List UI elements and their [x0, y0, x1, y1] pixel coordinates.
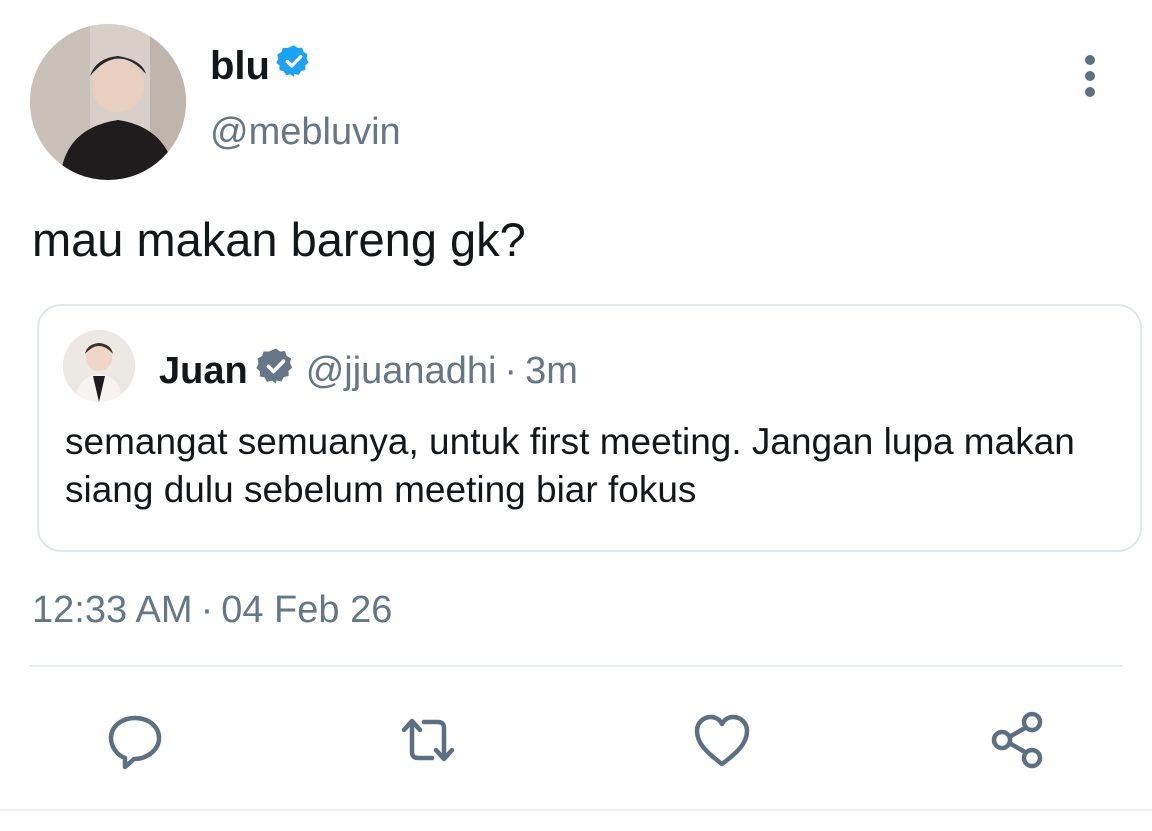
heart-icon — [694, 714, 750, 767]
share-button[interactable] — [988, 710, 1048, 770]
author-name-text[interactable]: blu — [210, 42, 270, 90]
retweet-icon — [401, 718, 455, 762]
quoted-author-username[interactable]: @jjuanadhi — [306, 349, 497, 393]
quoted-separator: · — [504, 350, 518, 392]
author-avatar[interactable] — [30, 24, 186, 180]
quoted-tweet-header: Juan @jjuanadhi · 3m — [159, 346, 578, 396]
like-button[interactable] — [692, 710, 752, 770]
timestamp-time: 12:33 AM — [32, 589, 193, 631]
author-display-name[interactable]: blu — [210, 42, 312, 90]
quoted-tweet-text: semangat semuanya, untuk first meeting. … — [65, 421, 1075, 510]
reply-icon — [108, 715, 162, 770]
share-icon — [991, 711, 1043, 769]
timestamp-date: 04 Feb 26 — [221, 589, 393, 631]
tweet-timestamp[interactable]: 12:33 AM · 04 Feb 26 — [32, 586, 392, 634]
author-avatar-image — [30, 24, 186, 180]
divider — [30, 665, 1122, 667]
verified-badge-icon — [256, 346, 296, 396]
quoted-avatar-image — [63, 330, 135, 402]
quoted-author-name[interactable]: Juan — [159, 349, 248, 393]
author-username[interactable]: @mebluvin — [210, 108, 401, 156]
quoted-relative-time: 3m — [525, 350, 578, 392]
tweet-text: mau makan bareng gk? — [32, 213, 526, 266]
more-vertical-icon — [1085, 55, 1095, 97]
quoted-tweet-card[interactable]: Juan @jjuanadhi · 3m semangat semuanya, … — [37, 304, 1142, 552]
reply-button[interactable] — [105, 710, 165, 770]
retweet-button[interactable] — [398, 710, 458, 770]
verified-badge-icon — [276, 42, 312, 90]
bottom-divider — [0, 809, 1152, 811]
timestamp-separator: · — [200, 589, 214, 631]
more-options-button[interactable] — [1070, 52, 1110, 100]
quoted-author-avatar[interactable] — [63, 330, 135, 402]
